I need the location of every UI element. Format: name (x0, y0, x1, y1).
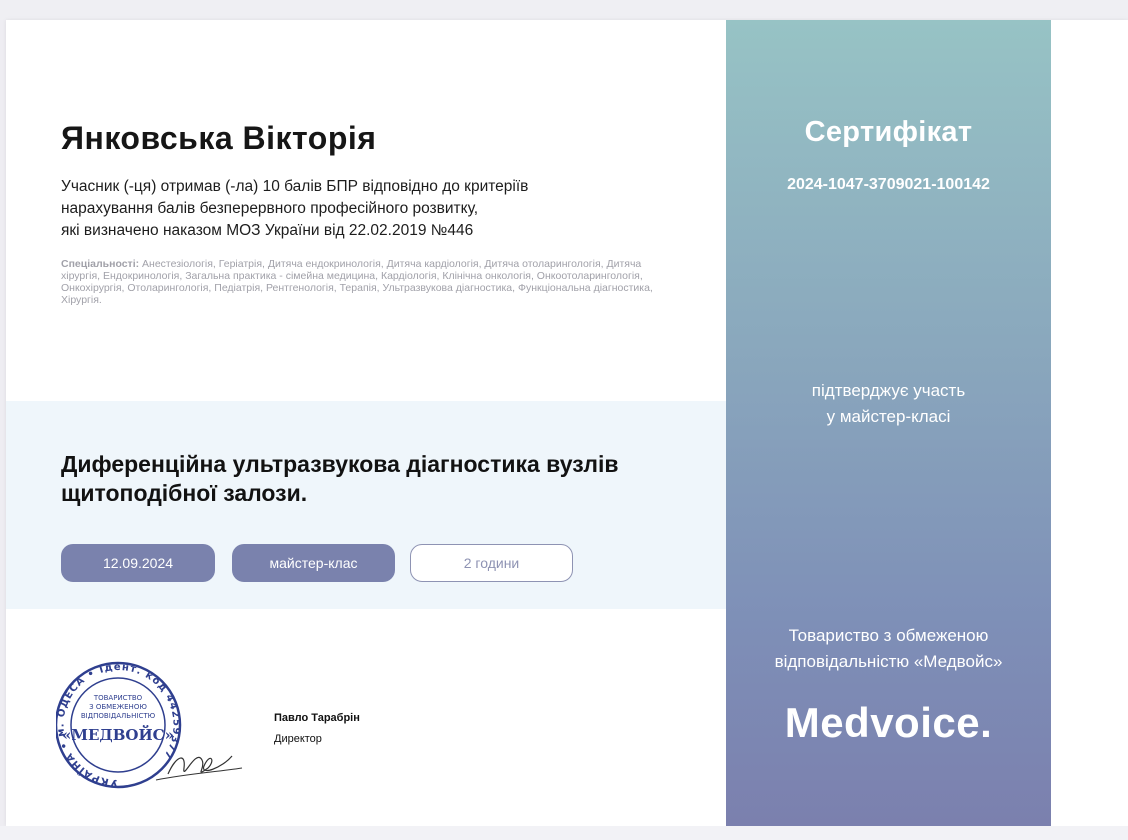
participant-name: Янковська Вікторія (61, 120, 377, 156)
viewer-bottom-strip (0, 826, 1128, 840)
stamp-inner-line: З ОБМЕЖЕНОЮ (89, 703, 147, 711)
confirms-line: підтверджує участь (811, 381, 966, 400)
date-badge: 12.09.2024 (61, 544, 215, 582)
format-badge: майстер-клас (232, 544, 395, 582)
statement-line: Учасник (-ця) отримав (-ла) 10 балів БПР… (61, 178, 529, 195)
stamp-inner-line: ВІДПОВІДАЛЬНІСТЮ (81, 712, 156, 720)
signer-role: Директор (274, 733, 322, 745)
stamp-center-text: «МЕДВОЙС» (62, 725, 174, 744)
statement-line: нарахування балів безперервного професій… (61, 200, 479, 217)
confirms-participation: підтверджує участь у майстер-класі (726, 378, 1051, 430)
signer-name: Павло Тарабрін (274, 712, 360, 724)
statement-line: які визначено наказом МОЗ України від 22… (61, 222, 474, 239)
specialties-text: Спеціальності: Анестезіологія, Геріатрія… (61, 258, 681, 306)
company-line: Товариство з обмеженою (788, 626, 989, 645)
confirms-line: у майстер-класі (826, 407, 951, 426)
issuer-company: Товариство з обмеженою відповідальністю … (726, 623, 1051, 675)
stamp-inner-line: ТОВАРИСТВО (93, 694, 143, 702)
medvoice-logo: Medvoice. (784, 699, 993, 746)
handwritten-signature (167, 755, 233, 775)
course-title: Диференційна ультразвукова діагностика в… (61, 451, 619, 506)
certificate-title: Сертифікат (804, 116, 973, 148)
company-stamp: УКРАЇНА • м. ОДЕСА • Ідент. код 44259377… (56, 661, 243, 789)
award-statement: Учасник (-ця) отримав (-ла) 10 балів БПР… (61, 176, 621, 242)
certificate-side-panel: Сертифікат 2024-1047-3709021-100142 підт… (726, 20, 1051, 826)
certificate-page: Янковська Вікторія Учасник (-ця) отримав… (6, 20, 1128, 826)
company-line: відповідальністю «Медвойс» (774, 652, 1003, 671)
specialties-list: Анестезіологія, Геріатрія, Дитяча ендокр… (61, 258, 653, 306)
stamp-seal: УКРАЇНА • м. ОДЕСА • Ідент. код 44259377… (56, 661, 182, 789)
certificate-number: 2024-1047-3709021-100142 (787, 176, 990, 193)
specialties-label: Спеціальності: (61, 258, 140, 270)
viewer-top-strip (0, 0, 1128, 20)
duration-badge: 2 години (410, 544, 573, 582)
signature-underline (155, 767, 243, 781)
